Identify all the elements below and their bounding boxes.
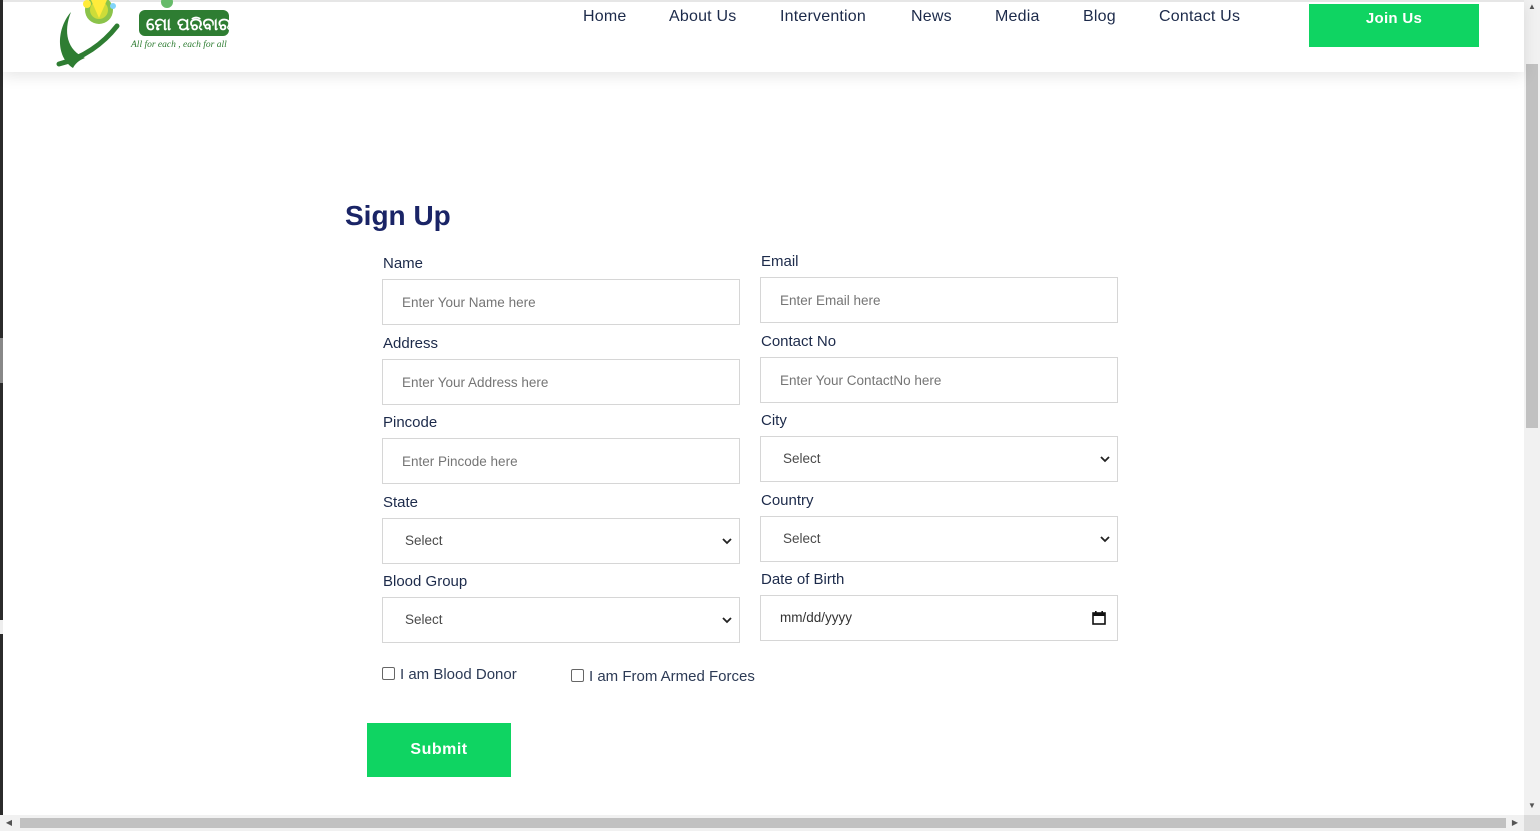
armed-forces-label: I am From Armed Forces (589, 668, 755, 685)
dob-value: mm/dd/yyyy (780, 610, 853, 625)
site-logo[interactable]: ମୋ ପରିବାର All for each , each for all (53, 0, 233, 70)
blood-group-label: Blood Group (383, 573, 468, 590)
nav-about-us[interactable]: About Us (669, 8, 736, 26)
vertical-scrollbar[interactable]: ▲ ▼ (1524, 0, 1540, 815)
scroll-up-arrow-icon[interactable]: ▲ (1524, 0, 1540, 14)
address-label: Address (383, 335, 439, 352)
country-label: Country (761, 492, 814, 509)
address-input[interactable] (382, 359, 740, 405)
armed-forces-checkbox[interactable] (571, 669, 584, 682)
join-us-button[interactable]: Join Us (1309, 4, 1479, 47)
country-select-value: Select (783, 531, 821, 546)
blood-donor-checkbox-row[interactable]: I am Blood Donor (382, 666, 517, 683)
nav-blog[interactable]: Blog (1083, 8, 1116, 26)
contact-no-label: Contact No (761, 333, 837, 350)
email-input[interactable] (760, 277, 1118, 323)
state-select-value: Select (405, 533, 443, 548)
blood-donor-checkbox[interactable] (382, 667, 395, 680)
country-select[interactable]: Select (760, 516, 1118, 562)
pincode-label: Pincode (383, 414, 438, 431)
email-label: Email (761, 253, 799, 270)
browser-edge-mark (0, 338, 3, 383)
scrollbar-corner (1524, 815, 1540, 831)
city-select-value: Select (783, 451, 821, 466)
contact-no-input[interactable] (760, 357, 1118, 403)
nav-contact-us[interactable]: Contact Us (1159, 8, 1240, 26)
browser-edge (0, 0, 3, 831)
browser-edge-mark (0, 620, 3, 634)
name-input[interactable] (382, 279, 740, 325)
brand-name: ମୋ ପରିବାର (146, 15, 231, 35)
dob-input[interactable]: mm/dd/yyyy (760, 595, 1118, 641)
brand-tagline: All for each , each for all (131, 40, 227, 50)
site-header: ମୋ ପରିବାର All for each , each for all Ho… (3, 0, 1524, 72)
chevron-down-icon (722, 617, 732, 624)
scroll-right-arrow-icon[interactable]: ▶ (1508, 815, 1522, 831)
vertical-scroll-thumb[interactable] (1526, 64, 1538, 428)
chevron-down-icon (1100, 536, 1110, 543)
chevron-down-icon (1100, 456, 1110, 463)
armed-forces-checkbox-row[interactable]: I am From Armed Forces (571, 668, 755, 685)
state-select[interactable]: Select (382, 518, 740, 564)
horizontal-scrollbar[interactable]: ◀ ▶ (0, 815, 1524, 831)
chevron-down-icon (722, 538, 732, 545)
city-select[interactable]: Select (760, 436, 1118, 482)
nav-media[interactable]: Media (995, 8, 1040, 26)
scroll-down-arrow-icon[interactable]: ▼ (1524, 799, 1540, 813)
nav-news[interactable]: News (911, 8, 952, 26)
nav-home[interactable]: Home (583, 8, 626, 26)
horizontal-scroll-thumb[interactable] (20, 818, 1506, 828)
name-label: Name (383, 255, 424, 272)
logo-emblem-icon (56, 0, 229, 68)
city-label: City (761, 412, 787, 429)
submit-button[interactable]: Submit (367, 723, 511, 777)
calendar-icon[interactable] (1091, 610, 1107, 626)
blood-group-select-value: Select (405, 612, 443, 627)
nav-intervention[interactable]: Intervention (780, 8, 866, 26)
page-title: Sign Up (345, 200, 451, 231)
scroll-left-arrow-icon[interactable]: ◀ (2, 815, 16, 831)
blood-donor-label: I am Blood Donor (400, 666, 517, 683)
pincode-input[interactable] (382, 438, 740, 484)
dob-label: Date of Birth (761, 571, 845, 588)
blood-group-select[interactable]: Select (382, 597, 740, 643)
state-label: State (383, 494, 419, 511)
